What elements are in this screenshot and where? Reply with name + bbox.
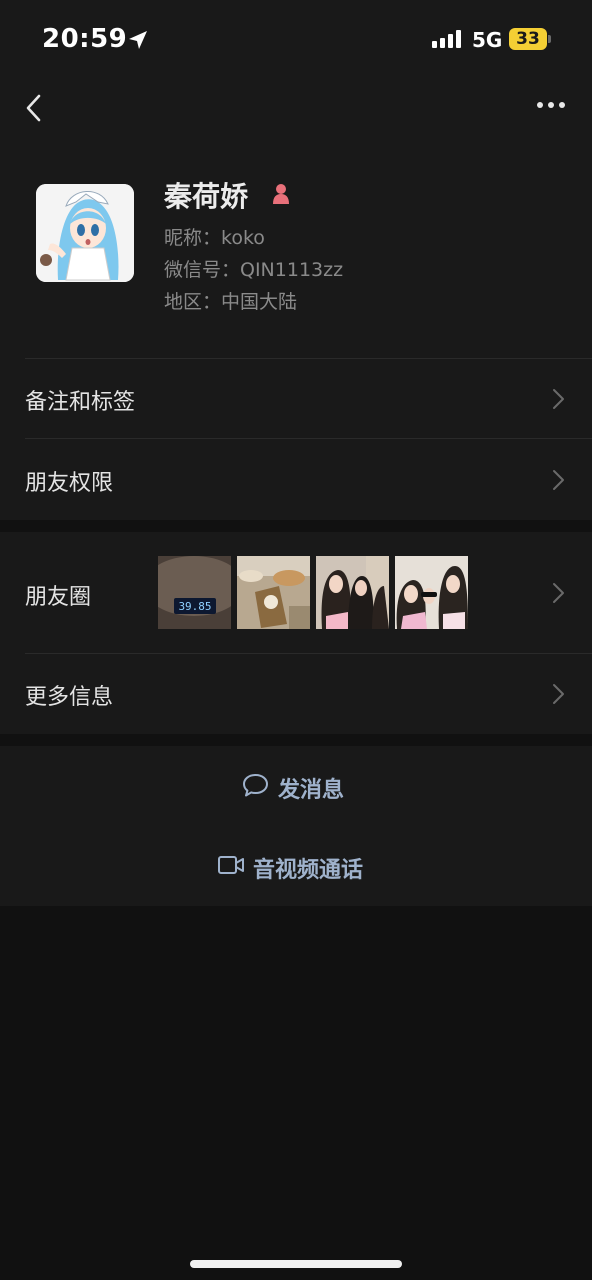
food-photo — [237, 556, 310, 629]
row-moments[interactable]: 朋友圈 39.85 — [0, 532, 592, 653]
row-more-info[interactable]: 更多信息 — [0, 653, 592, 734]
scale-photo: 39.85 — [158, 556, 231, 629]
row-friend-permissions[interactable]: 朋友权限 — [0, 438, 592, 520]
row-label-more-info: 更多信息 — [25, 685, 114, 710]
avatar[interactable] — [36, 184, 134, 282]
battery-icon: 33 — [509, 28, 547, 50]
avatar-illustration — [36, 184, 134, 282]
scale-reading: 39.85 — [178, 600, 211, 613]
chevron-right-icon — [553, 684, 564, 704]
group-photo — [316, 556, 389, 629]
row-label-moments: 朋友圈 — [25, 585, 92, 610]
location-arrow-icon — [129, 31, 147, 49]
video-camera-icon — [218, 856, 244, 874]
divider — [25, 653, 592, 654]
moments-thumb-4[interactable] — [395, 556, 468, 629]
chat-bubble-icon — [243, 774, 268, 797]
row-label-notes-tags: 备注和标签 — [25, 390, 136, 415]
moments-thumb-1[interactable]: 39.85 — [158, 556, 231, 629]
moments-thumb-2[interactable] — [237, 556, 310, 629]
battery-level: 33 — [516, 29, 540, 49]
profile-region: 地区：中国大陆 — [164, 291, 298, 313]
row-label-friend-permissions: 朋友权限 — [25, 471, 114, 496]
divider — [25, 438, 592, 439]
profile-name: 秦荷娇 — [164, 180, 249, 213]
status-bar: 20:59 5G 33 — [0, 0, 592, 80]
chevron-right-icon — [553, 470, 564, 490]
video-call-button[interactable]: 音视频通话 — [0, 826, 592, 906]
divider — [25, 358, 592, 359]
profile-nickname: 昵称：koko — [164, 227, 265, 249]
chevron-right-icon — [553, 583, 564, 603]
chevron-right-icon — [553, 389, 564, 409]
selfie-photo — [395, 556, 468, 629]
profile-wechat-id: 微信号：QIN1113zz — [164, 259, 344, 281]
battery-cap — [548, 35, 551, 43]
status-time: 20:59 — [42, 24, 128, 54]
moments-thumb-3[interactable] — [316, 556, 389, 629]
ellipsis-icon[interactable] — [530, 90, 572, 120]
profile-header: 秦荷娇 昵称：koko 微信号：QIN1113zz 地区：中国大陆 — [0, 80, 592, 358]
video-call-label: 音视频通话 — [253, 858, 364, 883]
chevron-left-icon[interactable] — [14, 86, 54, 126]
home-indicator[interactable] — [190, 1260, 402, 1268]
send-message-label: 发消息 — [278, 778, 345, 803]
network-type: 5G — [472, 28, 503, 52]
send-message-button[interactable]: 发消息 — [0, 746, 592, 826]
row-notes-tags[interactable]: 备注和标签 — [0, 358, 592, 438]
signal-bars-icon — [432, 30, 461, 48]
female-icon — [273, 184, 289, 204]
